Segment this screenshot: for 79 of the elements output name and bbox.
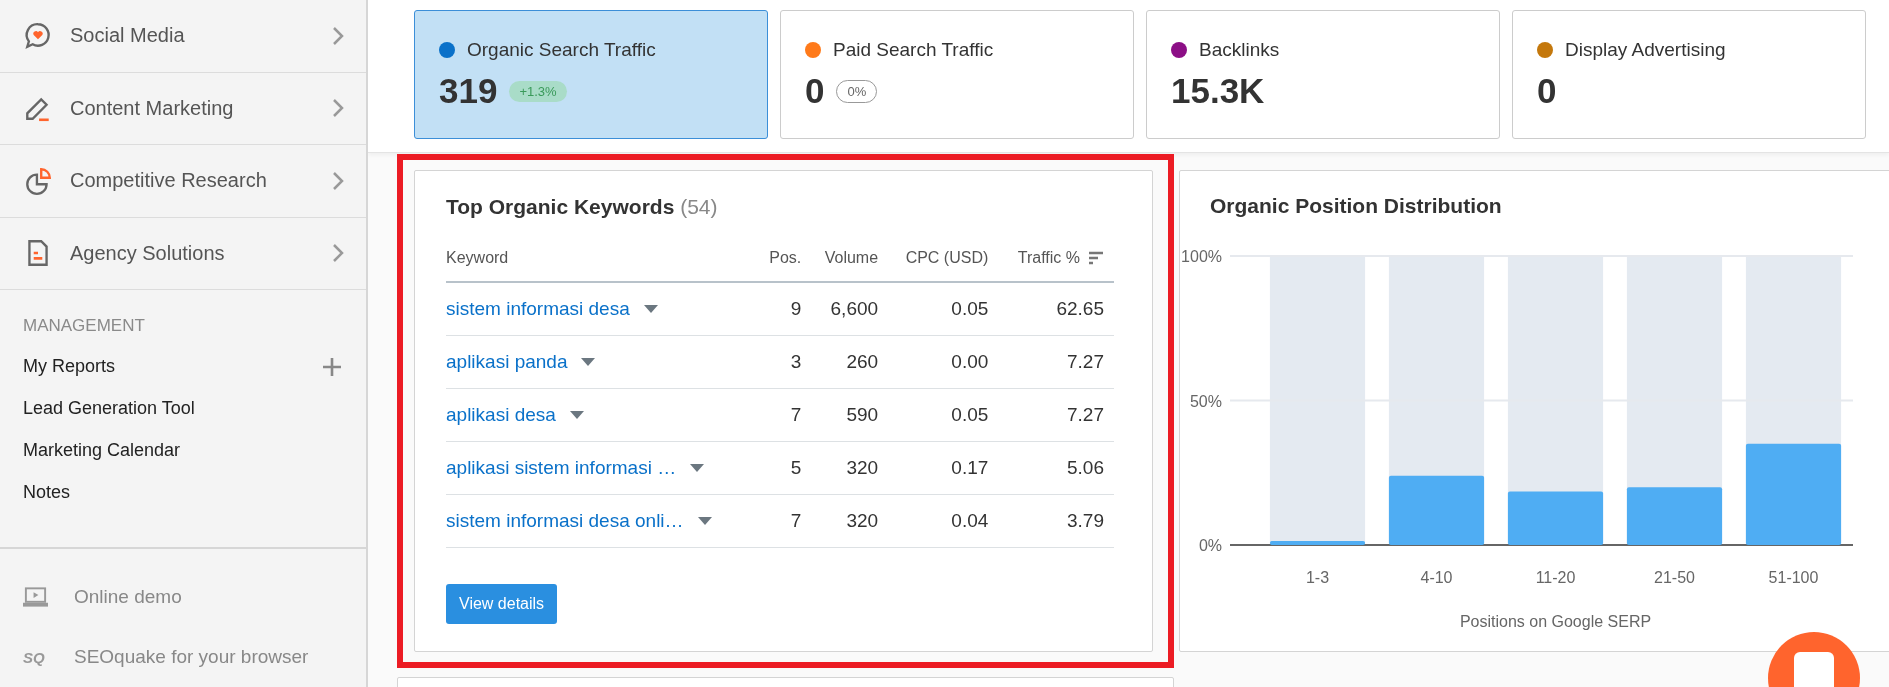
axis-tick-label: 0% — [1198, 537, 1222, 554]
metric-card[interactable]: Display Advertising 0 — [1512, 10, 1866, 139]
table-cell: 0.05 — [951, 404, 989, 425]
table-cell: 260 — [846, 351, 879, 372]
table-cell: 62.65 — [1056, 298, 1104, 319]
table-cell: 0.00 — [951, 351, 989, 372]
keyword-link[interactable]: sistem informasi desa onli… — [446, 510, 684, 532]
keyword-link[interactable]: aplikasi sistem informasi … — [446, 457, 677, 479]
metric-card[interactable]: Backlinks 15.3K — [1146, 10, 1500, 139]
nav-item[interactable]: Content Marketing — [0, 72, 366, 146]
axis-tick-label: 21-50 — [1654, 569, 1695, 586]
metric-label: Paid Search Traffic — [833, 39, 994, 61]
table-cell: 320 — [846, 510, 879, 531]
change-badge: +1.3% — [509, 80, 567, 102]
table-cell: 0.05 — [951, 298, 989, 319]
chevron-right-icon — [332, 25, 344, 46]
chevron-right-icon — [332, 243, 344, 264]
keyword-link[interactable]: aplikasi desa — [446, 404, 556, 426]
laptop-play-icon — [23, 586, 48, 608]
table-cell: 0.04 — [951, 510, 989, 531]
table-cell: 7.27 — [1067, 404, 1104, 425]
table-cell: 7 — [790, 510, 802, 531]
keyword-link[interactable]: aplikasi panda — [446, 351, 568, 373]
menu-link[interactable]: Marketing Calendar — [23, 439, 181, 461]
axis-title: Positions on Google SERP — [1459, 613, 1652, 630]
nav-item[interactable]: Competitive Research — [0, 145, 366, 218]
menu-link[interactable]: Lead Generation Tool — [23, 398, 195, 420]
metric-value: 0 — [1537, 71, 1557, 111]
menu-link[interactable]: Notes — [23, 481, 71, 503]
metric-label: Backlinks — [1199, 39, 1280, 61]
metric-label: Display Advertising — [1565, 39, 1726, 61]
column-header: Pos. — [769, 249, 802, 267]
metric-value: 319 — [439, 71, 498, 111]
panel-title: Organic Position Distribution — [1210, 194, 1503, 218]
axis-tick-label: 100% — [1181, 248, 1222, 265]
metric-card[interactable]: Paid Search Traffic 0 0% — [780, 10, 1134, 139]
sort-icon[interactable] — [1088, 251, 1104, 265]
nav-item[interactable]: Agency Solutions — [0, 217, 366, 291]
axis-tick-label: 1-3 — [1305, 569, 1330, 586]
panel-title: Top Organic Keywords (54) — [446, 195, 719, 219]
table-cell: 5 — [790, 457, 802, 478]
table-cell: 6,600 — [830, 298, 879, 319]
metric-card[interactable]: Organic Search Traffic 319 +1.3% — [414, 10, 768, 139]
speech-heart-icon — [23, 20, 53, 51]
logo-icon: SQ — [23, 648, 48, 666]
chat-icon — [1794, 652, 1834, 687]
table-cell: 3 — [790, 351, 802, 372]
metric-value: 15.3K — [1171, 71, 1265, 111]
column-header: Keyword — [446, 249, 509, 267]
axis-tick-label: 4-10 — [1420, 569, 1453, 586]
table-cell: 590 — [846, 404, 879, 425]
column-header: Traffic % — [1017, 249, 1080, 267]
table-cell: 5.06 — [1067, 457, 1104, 478]
caret-down-icon[interactable] — [690, 464, 705, 472]
axis-tick-label: 11-20 — [1535, 569, 1576, 586]
table-cell: 3.79 — [1067, 510, 1104, 531]
table-cell: 320 — [846, 457, 879, 478]
axis-tick-label: 50% — [1189, 392, 1222, 410]
caret-down-icon[interactable] — [643, 305, 658, 313]
keyword-link[interactable]: sistem informasi desa — [446, 298, 630, 320]
plus-icon[interactable] — [322, 356, 342, 377]
chevron-right-icon — [332, 98, 344, 119]
caret-down-icon[interactable] — [581, 358, 596, 366]
chevron-right-icon — [332, 170, 344, 191]
metric-label: Organic Search Traffic — [467, 39, 656, 61]
table-cell: 7 — [790, 404, 802, 425]
table-cell: 9 — [790, 298, 802, 319]
metric-value: 0 — [805, 71, 825, 111]
pie-chart-icon — [23, 165, 53, 196]
axis-tick-label: 51-100 — [1768, 569, 1819, 586]
menu-link[interactable]: My Reports — [23, 356, 116, 378]
section-heading: MANAGEMENT — [22, 316, 146, 338]
column-header: CPC (USD) — [905, 249, 989, 267]
table-cell: 0.17 — [951, 457, 989, 478]
caret-down-icon[interactable] — [569, 411, 584, 419]
column-header: Volume — [824, 249, 879, 267]
table-cell: 7.27 — [1067, 351, 1104, 372]
nav-item[interactable]: Social Media — [0, 0, 366, 73]
caret-down-icon[interactable] — [697, 517, 712, 525]
